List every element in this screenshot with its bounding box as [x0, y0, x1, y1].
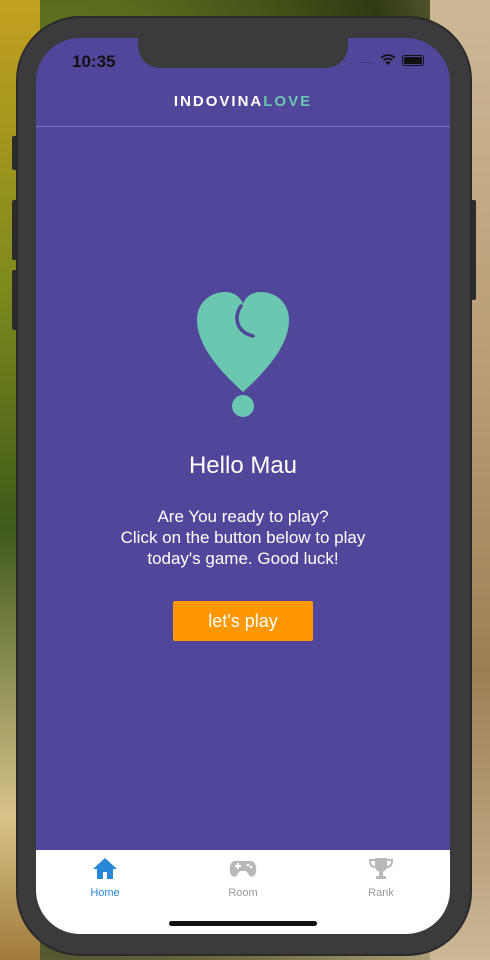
- tab-home-label: Home: [90, 887, 120, 899]
- gamepad-icon: [229, 861, 257, 877]
- lets-play-button[interactable]: let's play: [173, 601, 313, 641]
- signal-icon: ....: [359, 55, 374, 65]
- volume-up-button: [12, 200, 18, 260]
- home-icon: [93, 858, 117, 879]
- welcome-message: Are You ready to play? Click on the butt…: [120, 507, 366, 568]
- app-header: INDOVINALOVE: [36, 82, 450, 127]
- power-button: [470, 200, 476, 300]
- notch: [138, 38, 348, 68]
- tab-room[interactable]: Room: [174, 856, 312, 899]
- tab-room-label: Room: [228, 887, 258, 899]
- main-content: Hello Mau Are You ready to play? Click o…: [36, 288, 450, 641]
- battery-icon: [402, 54, 424, 66]
- status-icons: ....: [360, 54, 424, 66]
- volume-down-button: [12, 270, 18, 330]
- heart-question-icon: [193, 288, 293, 418]
- app-screen: 10:35 .... INDOVINALOVE Hello Mau Are Yo…: [36, 38, 450, 934]
- app-logo: INDOVINALOVE: [173, 93, 313, 110]
- home-indicator: [169, 921, 317, 926]
- tab-rank-label: Rank: [368, 887, 394, 899]
- tab-rank[interactable]: Rank: [312, 856, 450, 899]
- wifi-icon: [380, 54, 396, 65]
- trophy-icon: [368, 858, 394, 879]
- mute-switch: [12, 136, 18, 170]
- tab-bar: Home Room Rank: [36, 850, 450, 934]
- greeting-text: Hello Mau: [188, 452, 298, 479]
- tab-home[interactable]: Home: [36, 856, 174, 899]
- status-time: 10:35: [72, 52, 116, 71]
